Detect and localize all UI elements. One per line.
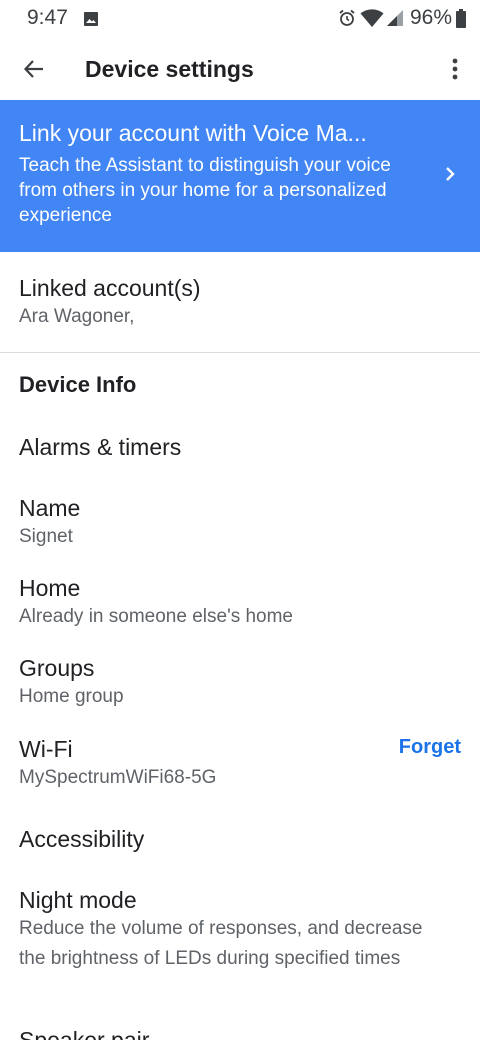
home-title: Home: [19, 575, 81, 601]
wifi-title: Wi-Fi: [19, 736, 73, 762]
speaker-pair-item[interactable]: Speaker pair: [19, 1026, 469, 1040]
accessibility-title: Accessibility: [19, 826, 145, 852]
home-item[interactable]: Home Already in someone else's home: [19, 574, 469, 632]
alarms-timers-item[interactable]: Alarms & timers: [19, 433, 469, 461]
alarms-timers-title: Alarms & timers: [19, 434, 182, 460]
wifi-icon: [360, 9, 384, 27]
home-value: Already in someone else's home: [19, 606, 293, 627]
linked-accounts-title: Linked account(s): [19, 275, 201, 301]
battery-percentage: 96%: [409, 6, 452, 29]
alarm-icon: [339, 9, 355, 26]
speaker-pair-title: Speaker pair: [19, 1027, 150, 1040]
name-value: Signet: [19, 526, 73, 547]
forget-wifi-button[interactable]: Forget: [399, 736, 461, 759]
name-item[interactable]: Name Signet: [19, 494, 469, 552]
app-bar: Device settings: [0, 38, 480, 100]
device-info-header: Device Info: [19, 372, 137, 397]
night-mode-title: Night mode: [19, 887, 137, 913]
page-title: Device settings: [85, 56, 254, 82]
groups-value: Home group: [19, 686, 124, 707]
accessibility-item[interactable]: Accessibility: [19, 825, 469, 853]
voice-match-banner[interactable]: Link your account with Voice Ma... Teach…: [0, 100, 480, 252]
divider: [0, 352, 480, 353]
groups-item[interactable]: Groups Home group: [19, 654, 469, 712]
wifi-item[interactable]: Wi-Fi MySpectrumWiFi68-5G: [19, 735, 379, 793]
name-title: Name: [19, 495, 81, 521]
wifi-value: MySpectrumWiFi68-5G: [19, 767, 217, 788]
back-button[interactable]: [14, 49, 54, 89]
battery-icon: [456, 8, 466, 28]
overflow-menu-button[interactable]: [440, 49, 470, 89]
status-time: 9:47: [27, 6, 68, 29]
night-mode-item[interactable]: Night mode Reduce the volume of response…: [19, 886, 439, 974]
banner-title: Link your account with Voice Ma...: [19, 120, 367, 146]
linked-accounts-item[interactable]: Linked account(s) Ara Wagoner,: [19, 274, 469, 332]
groups-title: Groups: [19, 655, 95, 681]
banner-description: Teach the Assistant to distinguish your …: [19, 155, 391, 226]
more-vert-icon: [452, 58, 458, 80]
chevron-right-icon: [446, 167, 455, 181]
arrow-back-icon: [23, 60, 43, 78]
signal-icon: [386, 10, 403, 26]
status-icons: 96%: [338, 6, 466, 30]
photo-icon: [84, 12, 98, 26]
night-mode-description: Reduce the volume of responses, and decr…: [19, 918, 423, 969]
status-bar: 9:47 96%: [0, 0, 480, 36]
linked-accounts-subtitle: Ara Wagoner,: [19, 306, 135, 327]
